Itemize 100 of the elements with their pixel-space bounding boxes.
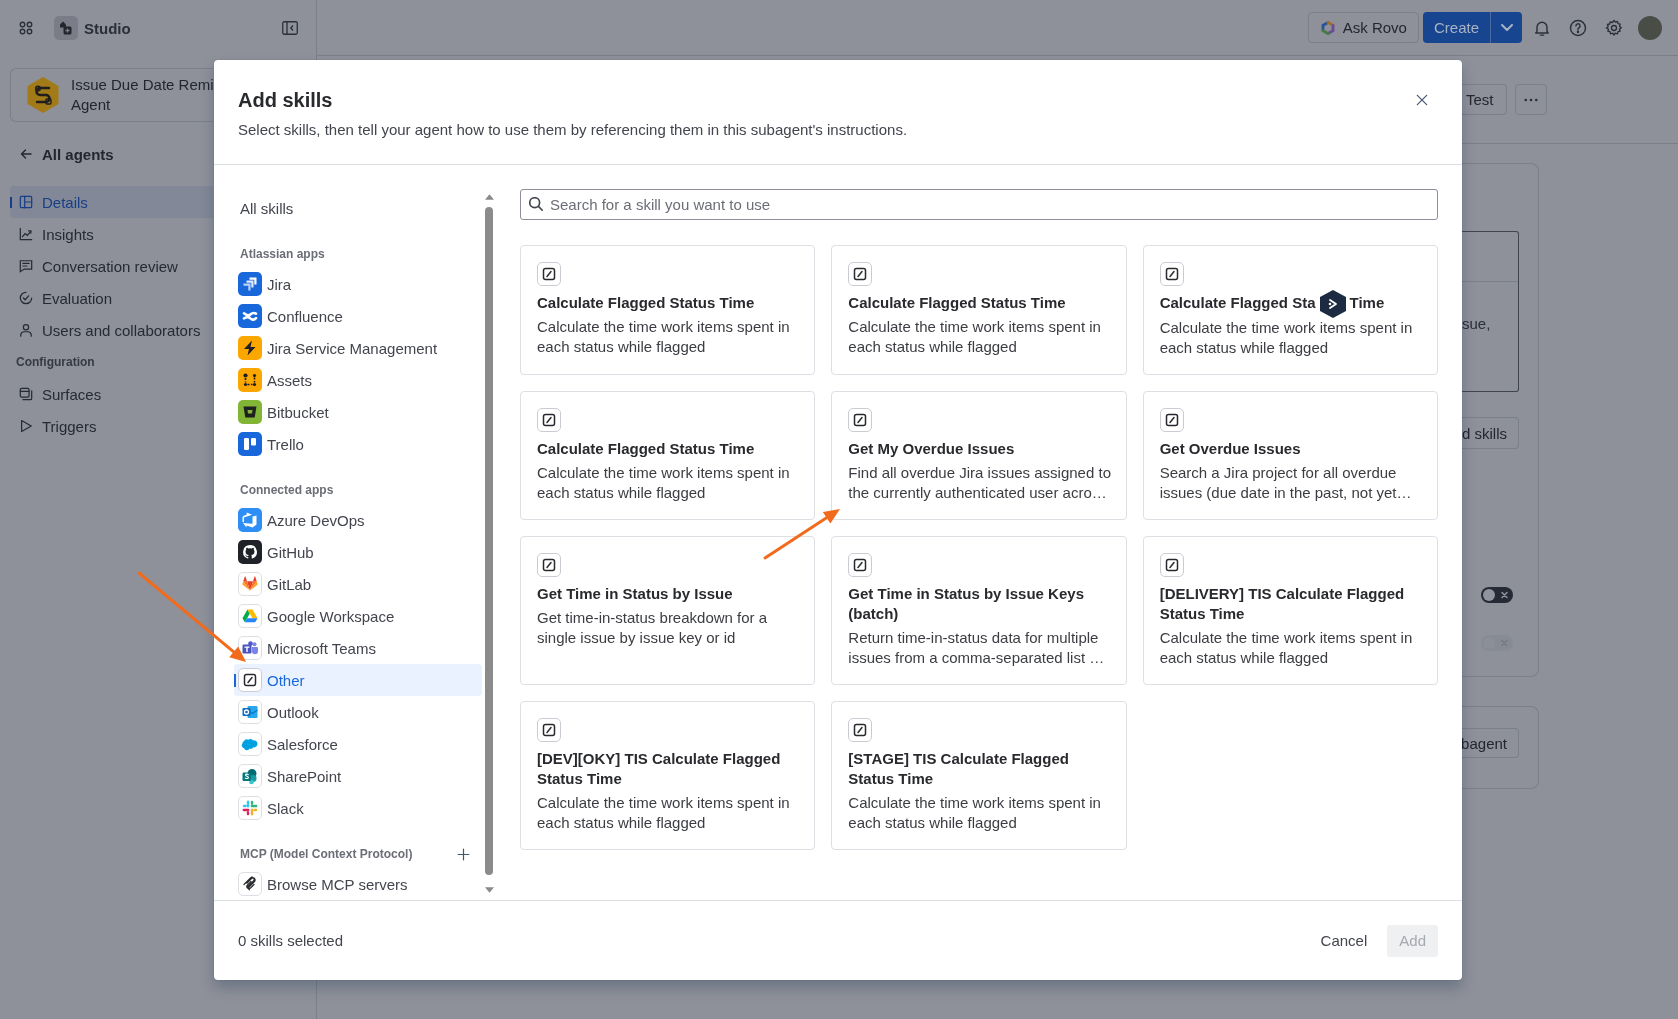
nav-item[interactable]: Assets bbox=[234, 364, 482, 396]
nav-item[interactable]: Evaluation bbox=[10, 282, 213, 314]
nav-item[interactable]: Jira bbox=[234, 268, 482, 300]
skill-description: Calculate the time work items spent in each status while flagged bbox=[1159, 318, 1414, 359]
person-icon bbox=[19, 323, 33, 337]
slash-square-icon bbox=[1159, 553, 1184, 578]
nav-item[interactable]: Outlook bbox=[234, 696, 482, 728]
skill-card[interactable]: Calculate Flagged Status Time Calculate the time work items spent in each status while flagged bbox=[520, 391, 816, 521]
skill-card[interactable]: Get Time in Status by Issue Keys (batch) Return time-in-status data for multiple issues from a comma-separated list … bbox=[831, 536, 1127, 686]
skill-description: Return time-in-status data for multiple issues from a comma-separated list … bbox=[848, 628, 1106, 669]
gitlab-logo-icon bbox=[238, 572, 262, 596]
nav-item[interactable]: Insights bbox=[10, 218, 213, 250]
stacked-squares-icon bbox=[19, 387, 33, 401]
skill-title: Calculate Flagged Status Time bbox=[537, 293, 756, 313]
nav-item[interactable]: Google Workspace bbox=[234, 600, 482, 632]
back-link[interactable]: All agents bbox=[10, 138, 213, 170]
search-field[interactable]: Search for a skill you want to use bbox=[520, 189, 1438, 220]
nav-item[interactable]: Conversation review bbox=[10, 250, 213, 282]
selection-count: 0 skills selected bbox=[238, 932, 344, 949]
trello-logo-icon bbox=[238, 432, 262, 456]
skill-card[interactable]: [DEV][OKY] TIS Calculate Flagged Status Time Calculate the time work items spent in each status while flagged bbox=[520, 701, 816, 851]
google-drive-logo-icon bbox=[238, 604, 262, 628]
slash-square-icon bbox=[848, 553, 873, 578]
plus-icon[interactable] bbox=[457, 847, 470, 861]
slash-square-icon bbox=[848, 718, 873, 743]
hexagon-avatar-icon bbox=[26, 76, 60, 114]
skill-card[interactable]: [DELIVERY] TIS Calculate Flagged Status Time Calculate the time work items spent in each status while flagged bbox=[1142, 536, 1438, 686]
skill-description: Get time-in-status breakdown for a single issue by issue key or id bbox=[537, 608, 769, 649]
dialog-subtitle: Select skills, then tell your agent how to use them by referencing them in this subagent's instructions. bbox=[238, 120, 908, 140]
skill-title: [STAGE] TIS Calculate Flagged Status Time bbox=[848, 749, 1070, 790]
skill-card[interactable]: Get Time in Status by Issue Get time-in-status breakdown for a single issue by issue key or id bbox=[520, 536, 816, 686]
nav-item[interactable]: Azure DevOps bbox=[234, 504, 482, 536]
cloud-icon bbox=[238, 732, 262, 756]
section-heading: MCP (Model Context Protocol) bbox=[240, 847, 413, 861]
nav-item[interactable]: Browse MCP servers bbox=[234, 868, 482, 900]
nav-item[interactable]: Confluence bbox=[234, 300, 482, 332]
nav-item[interactable]: Other bbox=[234, 664, 482, 696]
slash-square-icon bbox=[848, 262, 873, 286]
skill-description: Calculate the time work items spent in each status while flagged bbox=[537, 793, 791, 834]
skill-card[interactable]: Calculate Flagged Sta Time Calculate the time work items spent in each status while flagged bbox=[1142, 245, 1438, 376]
layout-icon bbox=[19, 195, 33, 209]
skill-title: [DELIVERY] TIS Calculate Flagged Status Time bbox=[1159, 584, 1406, 625]
lightning-bolt-icon bbox=[238, 336, 262, 360]
slash-square-icon bbox=[537, 408, 561, 433]
product-name: Studio bbox=[84, 19, 131, 37]
nav-item[interactable]: Triggers bbox=[10, 410, 213, 442]
nav-item[interactable]: Trello bbox=[234, 428, 482, 460]
cancel-button[interactable]: Cancel bbox=[1308, 924, 1380, 957]
triangle-up-icon[interactable] bbox=[484, 194, 494, 200]
slash-square-icon bbox=[238, 668, 262, 692]
skill-card[interactable]: Calculate Flagged Status Time Calculate the time work items spent in each status while flagged bbox=[831, 245, 1127, 376]
skill-title: Calculate Flagged Status Time bbox=[537, 439, 756, 460]
skill-description: Search a Jira project for all overdue issues (due date in the past, not yet… bbox=[1159, 463, 1413, 504]
teams-logo-icon bbox=[238, 636, 262, 660]
nav-item[interactable]: Bitbucket bbox=[234, 396, 482, 428]
app-grid-icon[interactable] bbox=[19, 21, 33, 35]
mcp-logo-icon bbox=[238, 872, 262, 896]
nav-item[interactable]: GitLab bbox=[234, 568, 482, 600]
nav-item[interactable]: Jira Service Management bbox=[234, 332, 482, 364]
collapse-sidebar-icon[interactable] bbox=[282, 21, 298, 35]
skill-description: Calculate the time work items spent in each status while flagged bbox=[848, 793, 1102, 834]
nav-item[interactable]: Salesforce bbox=[234, 728, 482, 760]
skill-title: Calculate Flagged Status Time bbox=[848, 293, 1067, 313]
dialog-title: Add skills bbox=[238, 88, 334, 113]
ask-button[interactable]: Ask Rovo bbox=[1307, 12, 1419, 43]
skill-description: Find all overdue Jira issues assigned to the currently authenticated user acro… bbox=[848, 463, 1112, 504]
skill-title: Get Overdue Issues bbox=[1159, 439, 1302, 460]
logo-icon bbox=[1319, 19, 1336, 36]
confluence-logo-icon bbox=[238, 304, 262, 328]
agent-card[interactable]: Issue Due Date Remi Agent bbox=[10, 68, 213, 122]
play-icon bbox=[19, 419, 33, 433]
skill-description: Calculate the time work items spent in each status while flagged bbox=[848, 317, 1102, 357]
scrollbar-thumb[interactable] bbox=[485, 207, 493, 875]
nav-item[interactable]: All skills bbox=[234, 192, 482, 224]
nav-item[interactable]: SharePoint bbox=[234, 760, 482, 792]
skill-card[interactable]: Calculate Flagged Status Time Calculate the time work items spent in each status while flagged bbox=[520, 245, 816, 376]
triangle-down-icon[interactable] bbox=[484, 887, 494, 893]
hexagon-icon[interactable] bbox=[1319, 290, 1346, 319]
azure-devops-logo-icon bbox=[238, 508, 262, 532]
slash-square-icon bbox=[537, 718, 561, 743]
nav-item[interactable]: GitHub bbox=[234, 536, 482, 568]
avatar[interactable] bbox=[1638, 15, 1662, 40]
slash-square-icon bbox=[1159, 408, 1184, 433]
chevron-down-icon bbox=[1500, 24, 1513, 31]
toggle-switch[interactable] bbox=[1481, 587, 1513, 603]
studio-logo-icon bbox=[54, 16, 78, 40]
outlook-logo-icon bbox=[238, 700, 262, 724]
sharepoint-logo-icon bbox=[238, 764, 262, 788]
skill-card[interactable]: [STAGE] TIS Calculate Flagged Status Time Calculate the time work items spent in each status while flagged bbox=[831, 701, 1127, 851]
slash-square-icon bbox=[848, 408, 873, 433]
slack-logo-icon bbox=[238, 796, 262, 820]
nav-item[interactable]: Surfaces bbox=[10, 378, 213, 410]
skill-description: Calculate the time work items spent in each status while flagged bbox=[537, 317, 791, 357]
section-heading: Configuration bbox=[15, 354, 96, 371]
more-icon bbox=[1523, 97, 1538, 102]
nav-item[interactable]: Slack bbox=[234, 792, 482, 824]
nav-item[interactable]: Users and collaborators bbox=[10, 314, 213, 346]
skill-description: Calculate the time work items spent in each status while flagged bbox=[1159, 628, 1414, 669]
skill-card[interactable]: Get Overdue Issues Search a Jira project for all overdue issues (due date in the past, not yet… bbox=[1142, 391, 1438, 521]
skill-card[interactable]: Get My Overdue Issues Find all overdue Jira issues assigned to the currently authenticated user acro… bbox=[831, 391, 1127, 521]
